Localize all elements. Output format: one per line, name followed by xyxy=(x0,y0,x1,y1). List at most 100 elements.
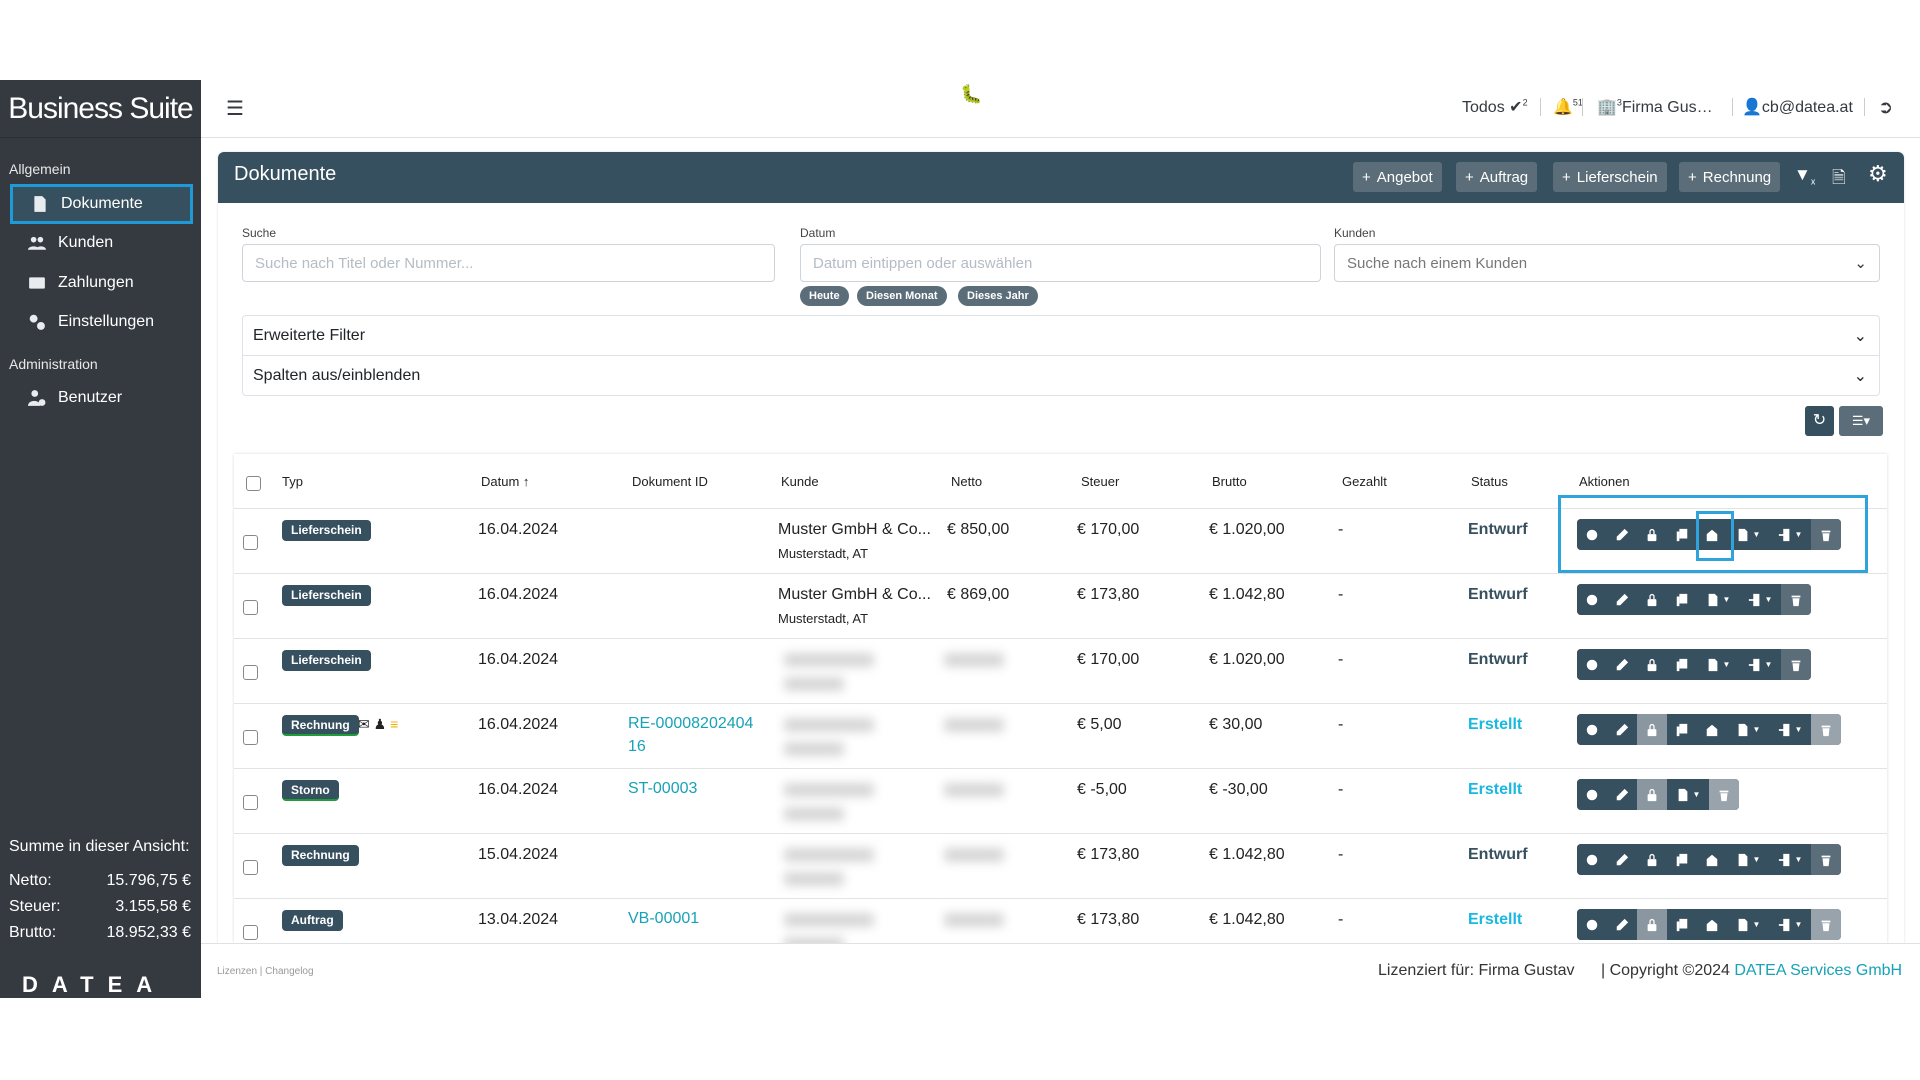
view-button[interactable] xyxy=(1577,844,1607,875)
pdf-dropdown-button[interactable]: ▼ xyxy=(1697,584,1739,615)
lock-button[interactable] xyxy=(1637,584,1667,615)
refresh-button[interactable]: ↻ xyxy=(1805,406,1834,436)
chip-heute[interactable]: Heute xyxy=(800,286,849,306)
lock-button[interactable] xyxy=(1637,909,1667,940)
company-link[interactable]: DATEA Services GmbH xyxy=(1734,962,1902,979)
sidebar-item-benutzer[interactable]: Benutzer xyxy=(10,378,193,418)
import-dropdown-button[interactable]: ▼ xyxy=(1739,584,1781,615)
customer-select[interactable]: Suche nach einem Kunden ⌄ xyxy=(1334,244,1880,282)
col-steuer[interactable]: Steuer xyxy=(1081,474,1119,489)
new-rechnung-button[interactable]: + Rechnung xyxy=(1679,162,1781,192)
clear-filter-icon[interactable]: ▼x xyxy=(1794,165,1815,186)
search-input[interactable]: Suche nach Titel oder Nummer... xyxy=(242,244,775,282)
columns-accordion[interactable]: Spalten aus/einblenden ⌄ xyxy=(242,355,1880,396)
delete-button[interactable] xyxy=(1811,844,1841,875)
edit-button[interactable] xyxy=(1607,714,1637,745)
edit-button[interactable] xyxy=(1607,844,1637,875)
copy-button[interactable] xyxy=(1667,714,1697,745)
logout-icon[interactable]: ➲ xyxy=(1878,97,1893,118)
pdf-dropdown-button[interactable]: ▼ xyxy=(1727,844,1769,875)
row-checkbox[interactable] xyxy=(243,665,258,680)
delete-button[interactable] xyxy=(1781,649,1811,680)
lock-button[interactable] xyxy=(1637,779,1667,810)
row-checkbox[interactable] xyxy=(243,600,258,615)
bug-icon[interactable]: 🐛 xyxy=(960,84,982,105)
row-checkbox[interactable] xyxy=(243,925,258,940)
delete-button[interactable] xyxy=(1811,909,1841,940)
view-button[interactable] xyxy=(1577,909,1607,940)
copy-button[interactable] xyxy=(1667,584,1697,615)
import-dropdown-button[interactable]: ▼ xyxy=(1769,844,1811,875)
copy-button[interactable] xyxy=(1667,909,1697,940)
col-netto[interactable]: Netto xyxy=(951,474,982,489)
view-button[interactable] xyxy=(1577,779,1607,810)
gear-icon[interactable]: ⚙ xyxy=(1868,161,1888,187)
row-checkbox[interactable] xyxy=(243,535,258,550)
advanced-filter-accordion[interactable]: Erweiterte Filter ⌄ xyxy=(242,315,1880,356)
pdf-dropdown-button[interactable]: ▼ xyxy=(1727,714,1769,745)
delete-button[interactable] xyxy=(1709,779,1739,810)
hamburger-menu-icon[interactable]: ☰ xyxy=(226,96,244,121)
pdf-dropdown-button[interactable]: ▼ xyxy=(1667,779,1709,810)
lock-button[interactable] xyxy=(1637,649,1667,680)
document-id-link[interactable]: VB-00001 xyxy=(628,907,758,930)
pdf-dropdown-button[interactable]: ▼ xyxy=(1727,909,1769,940)
new-auftrag-button[interactable]: + Auftrag xyxy=(1456,162,1538,192)
blurred-customer xyxy=(784,653,874,667)
chip-diesen-monat[interactable]: Diesen Monat xyxy=(857,286,947,306)
status-cell: Erstellt xyxy=(1468,716,1523,733)
select-all-checkbox[interactable] xyxy=(246,476,261,491)
sidebar-item-dokumente[interactable]: Dokumente xyxy=(10,184,193,224)
import-dropdown-button[interactable]: ▼ xyxy=(1769,714,1811,745)
company-switcher[interactable]: 🏢3Firma Gus… xyxy=(1597,97,1713,117)
document-id-link[interactable]: ST-00003 xyxy=(628,777,758,800)
send-mail-button[interactable] xyxy=(1697,844,1727,875)
delete-button[interactable] xyxy=(1781,584,1811,615)
import-dropdown-button[interactable]: ▼ xyxy=(1769,909,1811,940)
sidebar-item-zahlungen[interactable]: Zahlungen xyxy=(10,263,193,303)
column-settings-button[interactable]: ☰▾ xyxy=(1839,406,1883,436)
col-datum[interactable]: Datum ↑ xyxy=(481,474,529,489)
chevron-down-icon: ⌄ xyxy=(1853,367,1867,385)
new-angebot-button[interactable]: + Angebot xyxy=(1353,162,1442,192)
sidebar-item-kunden[interactable]: Kunden xyxy=(10,223,193,263)
row-checkbox[interactable] xyxy=(243,730,258,745)
customer-cell[interactable]: Muster GmbH & Co... xyxy=(778,586,931,604)
user-menu[interactable]: 👤cb@datea.at xyxy=(1742,97,1853,117)
footer-links[interactable]: Lizenzen | Changelog xyxy=(217,966,314,977)
customer-cell[interactable]: Muster GmbH & Co... xyxy=(778,521,931,539)
notifications-button[interactable]: 🔔51 xyxy=(1553,97,1583,117)
delete-button[interactable] xyxy=(1811,714,1841,745)
col-brutto[interactable]: Brutto xyxy=(1212,474,1247,489)
lock-button[interactable] xyxy=(1637,714,1667,745)
copy-button[interactable] xyxy=(1667,844,1697,875)
edit-button[interactable] xyxy=(1607,909,1637,940)
import-dropdown-icon xyxy=(1778,853,1789,866)
view-button[interactable] xyxy=(1577,714,1607,745)
row-checkbox[interactable] xyxy=(243,795,258,810)
copy-button[interactable] xyxy=(1667,649,1697,680)
sidebar-item-einstellungen[interactable]: Einstellungen xyxy=(10,302,193,342)
col-kunde[interactable]: Kunde xyxy=(781,474,819,489)
view-button[interactable] xyxy=(1577,649,1607,680)
col-gezahlt[interactable]: Gezahlt xyxy=(1342,474,1387,489)
excel-export-icon[interactable]: 🗎 xyxy=(1832,165,1846,194)
lock-button[interactable] xyxy=(1637,844,1667,875)
row-checkbox[interactable] xyxy=(243,860,258,875)
send-mail-button[interactable] xyxy=(1697,714,1727,745)
col-typ[interactable]: Typ xyxy=(282,474,303,489)
document-id-link[interactable]: RE-00008202404 16 xyxy=(628,712,758,758)
edit-button[interactable] xyxy=(1607,779,1637,810)
import-dropdown-button[interactable]: ▼ xyxy=(1739,649,1781,680)
view-button[interactable] xyxy=(1577,584,1607,615)
send-mail-button[interactable] xyxy=(1697,909,1727,940)
pdf-dropdown-button[interactable]: ▼ xyxy=(1697,649,1739,680)
col-dokument-id[interactable]: Dokument ID xyxy=(632,474,708,489)
col-status[interactable]: Status xyxy=(1471,474,1508,489)
todos-link[interactable]: Todos ✔2 xyxy=(1462,97,1528,117)
chip-dieses-jahr[interactable]: Dieses Jahr xyxy=(958,286,1038,306)
new-lieferschein-button[interactable]: + Lieferschein xyxy=(1553,162,1667,192)
edit-button[interactable] xyxy=(1607,649,1637,680)
date-input[interactable]: Datum eintippen oder auswählen xyxy=(800,244,1321,282)
edit-button[interactable] xyxy=(1607,584,1637,615)
